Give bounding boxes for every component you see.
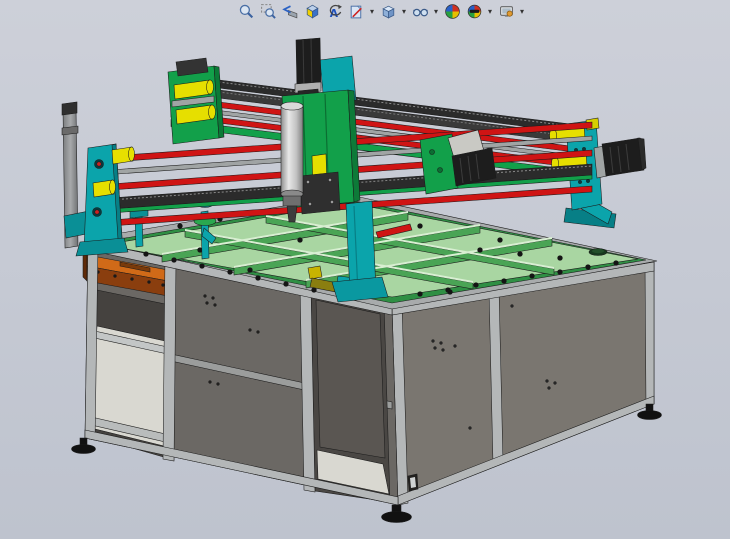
zoom-to-fit-button[interactable] [236,2,256,22]
view-settings-button[interactable] [496,2,516,22]
apply-scene-icon [466,3,483,20]
spindle[interactable] [281,102,303,222]
edit-appearance-button[interactable] [442,2,462,22]
section-view-button[interactable] [302,2,322,22]
previous-view-button[interactable] [280,2,300,22]
zoom-to-area-icon [260,3,277,20]
display-style-dropdown[interactable]: ▾ [400,2,408,22]
model-canvas[interactable] [0,0,730,539]
heads-up-view-toolbar: A ▾ ▾ ▾ [236,1,526,22]
view-orientation-icon [348,3,365,20]
previous-view-icon [282,3,299,20]
section-view-icon [304,3,321,20]
view-orientation-button[interactable] [346,2,366,22]
view-orientation-dropdown[interactable]: ▾ [368,2,376,22]
zoom-to-area-button[interactable] [258,2,278,22]
display-style-button[interactable] [378,2,398,22]
view-settings-dropdown[interactable]: ▾ [518,2,526,22]
hide-show-items-dropdown[interactable]: ▾ [432,2,440,22]
hide-show-items-icon [412,3,429,20]
rotate-view-icon: A [326,3,343,20]
edit-appearance-icon [444,3,461,20]
apply-scene-button[interactable] [464,2,484,22]
gantry-back-upright[interactable] [168,58,224,144]
rotate-view-button[interactable]: A [324,2,344,22]
apply-scene-dropdown[interactable]: ▾ [486,2,494,22]
zoom-to-fit-icon [238,3,255,20]
display-style-icon [380,3,397,20]
view-settings-icon [498,3,515,20]
3d-viewport[interactable]: A ▾ ▾ ▾ [0,0,730,539]
hide-show-items-button[interactable] [410,2,430,22]
